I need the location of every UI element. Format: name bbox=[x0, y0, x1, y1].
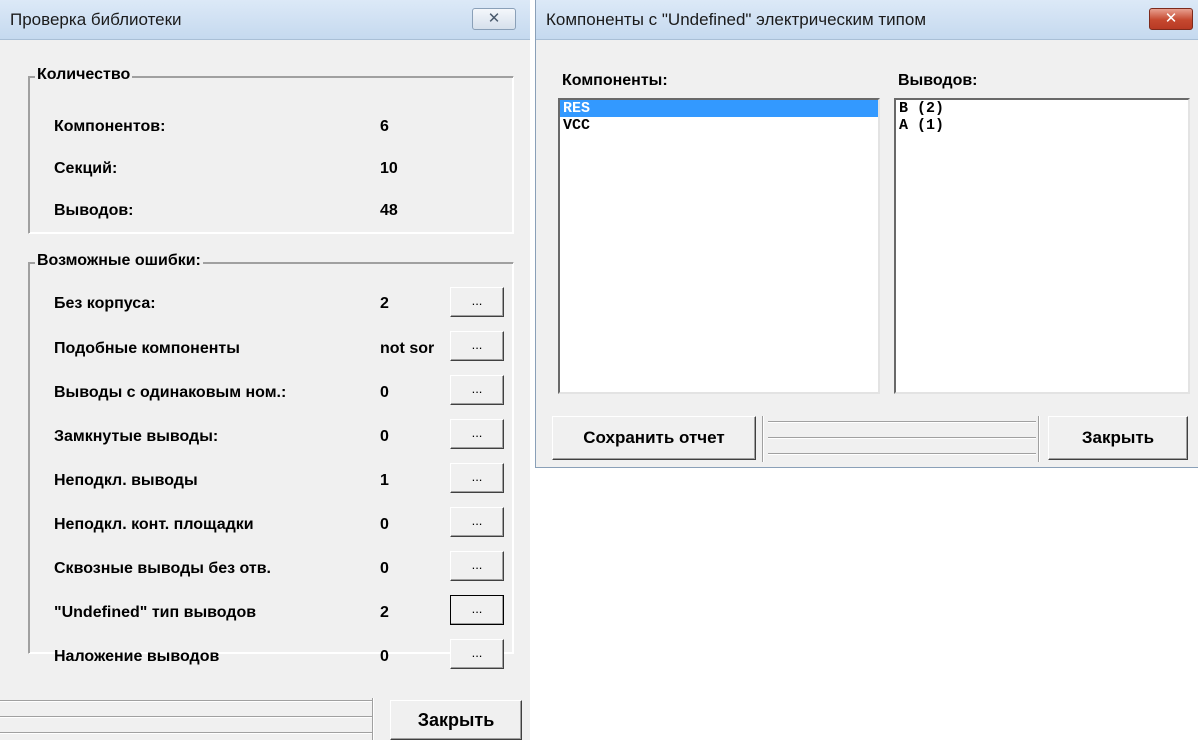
unconnected-pins-details-button[interactable]: ... bbox=[450, 463, 504, 493]
list-item[interactable]: RES bbox=[560, 100, 878, 117]
undefined-components-close-icon[interactable]: ✕ bbox=[1149, 8, 1193, 30]
status-divider bbox=[372, 698, 374, 740]
errors-group: Возможные ошибки: bbox=[28, 252, 514, 654]
error-value: 0 bbox=[380, 516, 389, 533]
shorted-pins-details-button[interactable]: ... bbox=[450, 419, 504, 449]
error-label: Сквозные выводы без отв. bbox=[54, 560, 271, 577]
quantity-value: 6 bbox=[380, 118, 389, 135]
no-package-details-button[interactable]: ... bbox=[450, 287, 504, 317]
status-divider bbox=[768, 437, 1036, 439]
library-check-close-icon[interactable]: ✕ bbox=[472, 8, 516, 30]
error-value: 1 bbox=[380, 472, 389, 489]
error-value: 2 bbox=[380, 604, 389, 621]
components-listbox[interactable]: RES VCC bbox=[558, 98, 880, 394]
quantity-value: 48 bbox=[380, 202, 398, 219]
quantity-group-title: Количество bbox=[35, 66, 133, 84]
status-divider bbox=[1038, 416, 1040, 462]
library-check-title: Проверка библиотеки bbox=[10, 10, 182, 29]
status-divider bbox=[768, 421, 1036, 423]
error-label: Без корпуса: bbox=[54, 295, 156, 312]
quantity-label: Компонентов: bbox=[54, 118, 166, 135]
list-item[interactable]: VCC bbox=[560, 117, 878, 134]
status-divider bbox=[762, 416, 764, 462]
error-value: 0 bbox=[380, 384, 389, 401]
status-divider bbox=[0, 700, 372, 702]
library-check-title-bar[interactable]: Проверка библиотеки ✕ bbox=[0, 0, 530, 40]
error-value: 0 bbox=[380, 560, 389, 577]
through-pins-no-hole-details-button[interactable]: ... bbox=[450, 551, 504, 581]
components-list-label: Компоненты: bbox=[562, 72, 668, 89]
pins-listbox[interactable]: B (2) A (1) bbox=[894, 98, 1190, 394]
status-divider bbox=[0, 716, 372, 718]
quantity-label: Секций: bbox=[54, 160, 118, 177]
error-label: Наложение выводов bbox=[54, 648, 220, 665]
pins-list-label: Выводов: bbox=[898, 72, 978, 89]
error-label: "Undefined" тип выводов bbox=[54, 604, 257, 621]
undefined-pin-type-details-button[interactable]: ... bbox=[450, 595, 504, 625]
error-value: 0 bbox=[380, 428, 389, 445]
library-check-close-button[interactable]: Закрыть bbox=[390, 700, 522, 740]
duplicate-pin-numbers-details-button[interactable]: ... bbox=[450, 375, 504, 405]
unconnected-pads-details-button[interactable]: ... bbox=[450, 507, 504, 537]
error-label: Неподкл. конт. площадки bbox=[54, 516, 254, 533]
list-item[interactable]: B (2) bbox=[896, 100, 1188, 117]
quantity-value: 10 bbox=[380, 160, 398, 177]
error-label: Подобные компоненты bbox=[54, 340, 240, 357]
error-value: 0 bbox=[380, 648, 389, 665]
status-divider bbox=[0, 732, 372, 734]
undefined-components-title-bar[interactable]: Компоненты с "Undefined" электрическим т… bbox=[536, 0, 1198, 40]
undefined-components-close-button[interactable]: Закрыть bbox=[1048, 416, 1188, 460]
save-report-button[interactable]: Сохранить отчет bbox=[552, 416, 756, 460]
undefined-components-title: Компоненты с "Undefined" электрическим т… bbox=[546, 10, 927, 29]
quantity-label: Выводов: bbox=[54, 202, 134, 219]
error-value: 2 bbox=[380, 295, 389, 312]
undefined-components-dialog: Компоненты с "Undefined" электрическим т… bbox=[535, 0, 1198, 468]
list-item[interactable]: A (1) bbox=[896, 117, 1188, 134]
error-label: Неподкл. выводы bbox=[54, 472, 198, 489]
error-label: Выводы с одинаковым ном.: bbox=[54, 384, 287, 401]
status-divider bbox=[768, 453, 1036, 455]
error-value: not sor bbox=[380, 340, 435, 357]
error-label: Замкнутые выводы: bbox=[54, 428, 219, 445]
library-check-dialog: Проверка библиотеки ✕ Количество Компоне… bbox=[0, 0, 530, 740]
errors-group-title: Возможные ошибки: bbox=[35, 252, 203, 270]
overlapping-pins-details-button[interactable]: ... bbox=[450, 639, 504, 669]
similar-components-details-button[interactable]: ... bbox=[450, 331, 504, 361]
